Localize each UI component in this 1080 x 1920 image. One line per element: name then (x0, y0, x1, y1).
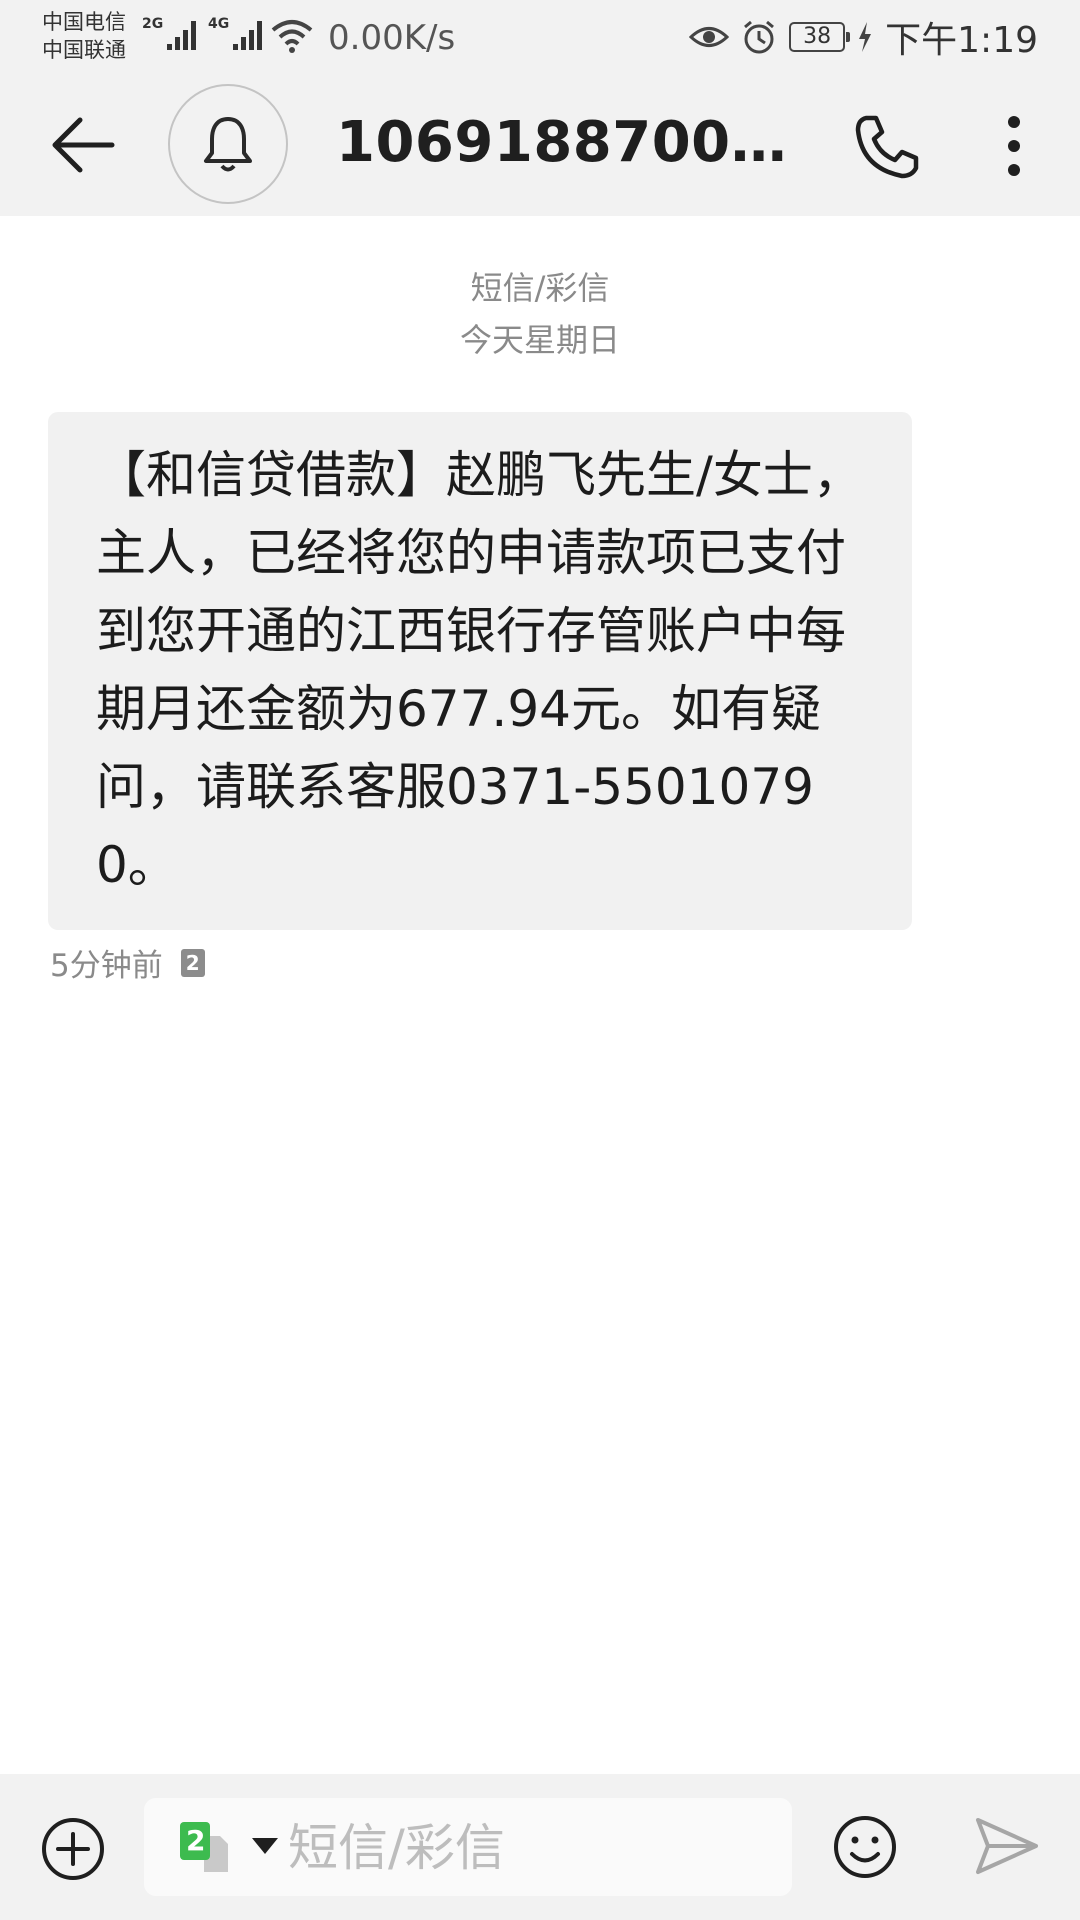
battery-icon: 38 (789, 22, 851, 52)
carrier-1: 中国电信 (42, 10, 126, 34)
eye-icon (689, 27, 730, 47)
clock: 下午1:19 (885, 20, 1038, 61)
send-icon[interactable] (974, 1816, 1040, 1876)
carrier-names: 中国电信 中国联通 (42, 8, 126, 64)
signal-sim1: 2G (142, 16, 201, 52)
wifi-icon (271, 20, 313, 53)
battery-level: 38 (803, 24, 832, 49)
network-speed: 0.00K/s (328, 18, 456, 58)
carrier-2: 中国联通 (42, 38, 126, 62)
sim-card-icon: 2 (180, 948, 205, 977)
composer-sim: 2 (186, 1824, 206, 1857)
more-vertical-icon[interactable] (994, 114, 1034, 178)
phone-icon[interactable] (852, 112, 922, 182)
input-placeholder: 短信/彩信 (288, 1819, 505, 1877)
network-type-2: 4G (208, 16, 230, 32)
signal-sim2: 4G (208, 16, 267, 52)
sim-selector[interactable]: 2 (180, 1822, 280, 1874)
composer-bar: 2 短信/彩信 (0, 1774, 1080, 1920)
charging-icon (859, 22, 872, 52)
network-type-1: 2G (142, 16, 164, 32)
status-bar: 中国电信 中国联通 2G 4G 0.00K/s 38 下午1:19 (0, 0, 1080, 72)
back-arrow-icon[interactable] (50, 116, 116, 174)
conversation-title: 106918870098... (336, 110, 802, 175)
add-circle-icon[interactable] (40, 1816, 106, 1882)
bell-icon (204, 117, 252, 172)
message-input[interactable]: 2 短信/彩信 (144, 1798, 792, 1896)
emoji-icon[interactable] (832, 1814, 898, 1880)
notification-button[interactable] (168, 84, 288, 204)
channel-label: 短信/彩信 (470, 269, 610, 307)
conversation-header: 106918870098... (0, 72, 1080, 216)
thread-date-header: 短信/彩信 今天星期日 (0, 262, 1080, 366)
message-sim: 2 (185, 950, 200, 975)
dropdown-icon (252, 1838, 278, 1854)
date-label: 今天星期日 (459, 321, 620, 359)
status-icons: 38 下午1:19 (689, 12, 1038, 62)
message-bubble[interactable]: 【和信贷借款】赵鹏飞先生/女士，主人，已经将您的申请款项已支付到您开通的江西银行… (48, 412, 912, 930)
signal-icon (167, 21, 197, 50)
message-text: 【和信贷借款】赵鹏飞先生/女士，主人，已经将您的申请款项已支付到您开通的江西银行… (96, 446, 863, 894)
signal-icon (233, 21, 263, 50)
alarm-icon (744, 20, 775, 54)
message-meta: 5分钟前 2 (50, 940, 205, 985)
message-time: 5分钟前 (50, 948, 163, 984)
